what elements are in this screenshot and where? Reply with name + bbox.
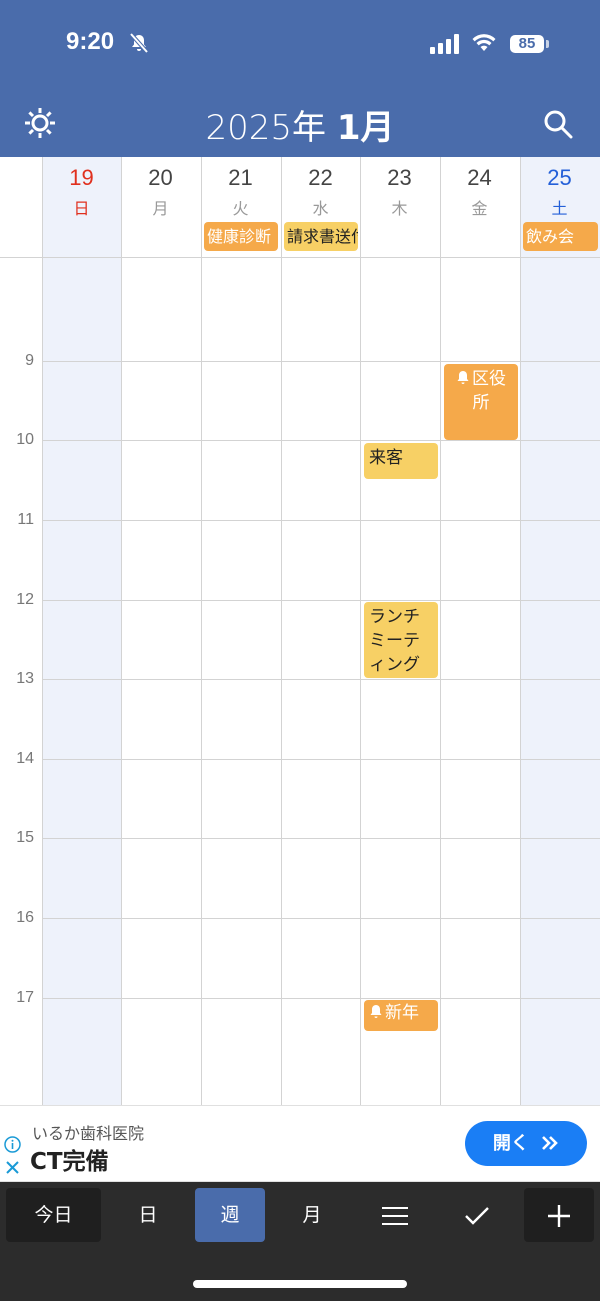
grid-divider [121, 157, 122, 1105]
home-indicator[interactable] [193, 1280, 407, 1288]
calendar-event[interactable]: 新年 [364, 1000, 438, 1031]
day-number-sun[interactable]: 19 [42, 165, 121, 191]
hour-line [42, 679, 600, 680]
weekday-wed: 水 [312, 199, 329, 218]
all-day-event[interactable]: 健康診断 [204, 222, 278, 251]
hour-label: 9 [25, 352, 34, 369]
day-view-button[interactable]: 日 [112, 1188, 184, 1242]
hour-line [42, 600, 600, 601]
calendar-event[interactable]: ランチミーティング [364, 602, 438, 678]
ad-open-label: 開く [492, 1133, 529, 1154]
close-icon[interactable] [4, 1159, 21, 1176]
checkmark-icon [465, 1206, 489, 1225]
weekday-thu: 木 [391, 199, 408, 218]
weekday-tue: 火 [232, 199, 249, 218]
grid-divider [360, 157, 361, 1105]
sunday-column [43, 157, 121, 1105]
bell-off-icon [129, 32, 149, 54]
ad-open-button[interactable]: 開く [465, 1121, 587, 1166]
add-event-button[interactable] [524, 1188, 594, 1242]
battery-cap [546, 40, 549, 48]
hour-label: 15 [16, 829, 34, 846]
hour-label: 11 [17, 511, 34, 528]
hour-label: 14 [16, 750, 34, 767]
info-icon[interactable] [4, 1136, 21, 1153]
ad-headline: CT完備 [30, 1149, 109, 1175]
hour-label: 12 [16, 591, 34, 608]
day-number-wed[interactable]: 22 [281, 165, 360, 191]
weekday-mon: 月 [152, 199, 169, 218]
day-number-tue[interactable]: 21 [201, 165, 280, 191]
hour-line [42, 759, 600, 760]
bell-icon [370, 1005, 382, 1018]
bell-icon [457, 371, 469, 384]
day-number-sat[interactable]: 25 [520, 165, 599, 191]
week-grid[interactable]: 19 日 20 月 21 火 22 水 23 木 24 金 25 土 健康診断 … [0, 157, 600, 1105]
tasks-button[interactable] [442, 1188, 512, 1242]
hour-label: 13 [16, 670, 34, 687]
hour-line [42, 998, 600, 999]
title-month: 1月 [336, 108, 395, 148]
menu-icon [382, 1206, 408, 1225]
grid-divider [42, 157, 43, 1105]
title-year-suffix: 年 [292, 108, 327, 148]
hour-line [42, 520, 600, 521]
list-view-button[interactable] [359, 1188, 431, 1242]
plus-icon [548, 1204, 570, 1227]
event-title: 新年 [385, 1003, 419, 1023]
cellular-signal-icon [430, 34, 459, 54]
calendar-event[interactable]: 来客 [364, 443, 438, 479]
battery-level: 85 [510, 35, 544, 53]
hour-label: 16 [16, 909, 34, 926]
search-icon[interactable] [542, 108, 574, 140]
today-button[interactable]: 今日 [6, 1188, 101, 1242]
hour-line [42, 361, 600, 362]
month-view-button[interactable]: 月 [276, 1188, 348, 1242]
day-number-mon[interactable]: 20 [121, 165, 200, 191]
day-number-thu[interactable]: 23 [360, 165, 439, 191]
ad-banner[interactable]: いるか歯科医院 CT完備 開く [0, 1105, 600, 1182]
ad-advertiser: いるか歯科医院 [32, 1124, 145, 1143]
grid-divider [201, 157, 202, 1105]
saturday-column [521, 157, 600, 1105]
event-title: 区役所 [472, 369, 506, 413]
weekday-sat: 土 [551, 199, 568, 218]
week-view-button[interactable]: 週 [195, 1188, 265, 1242]
weekday-sun: 日 [73, 199, 90, 218]
all-day-divider [0, 257, 600, 258]
calendar-event[interactable]: 区役所 [444, 364, 518, 440]
wifi-icon [472, 34, 496, 51]
title-year: 2025 [205, 108, 293, 148]
app-header: 9:20 85 2025年 1月 [0, 0, 600, 157]
grid-divider [281, 157, 282, 1105]
hour-line [42, 838, 600, 839]
status-time: 9:20 [66, 28, 115, 55]
weekday-fri: 金 [471, 199, 488, 218]
all-day-event[interactable]: 請求書送付 [284, 222, 358, 251]
grid-divider [520, 157, 521, 1105]
hour-line [42, 918, 600, 919]
hour-label: 17 [16, 989, 34, 1006]
hour-label: 10 [16, 431, 34, 448]
all-day-event[interactable]: 飲み会 [523, 222, 598, 251]
month-title[interactable]: 2025年 1月 [0, 100, 600, 149]
double-chevron-right-icon [542, 1136, 558, 1150]
hour-line [42, 440, 600, 441]
day-number-fri[interactable]: 24 [440, 165, 519, 191]
grid-divider [440, 157, 441, 1105]
